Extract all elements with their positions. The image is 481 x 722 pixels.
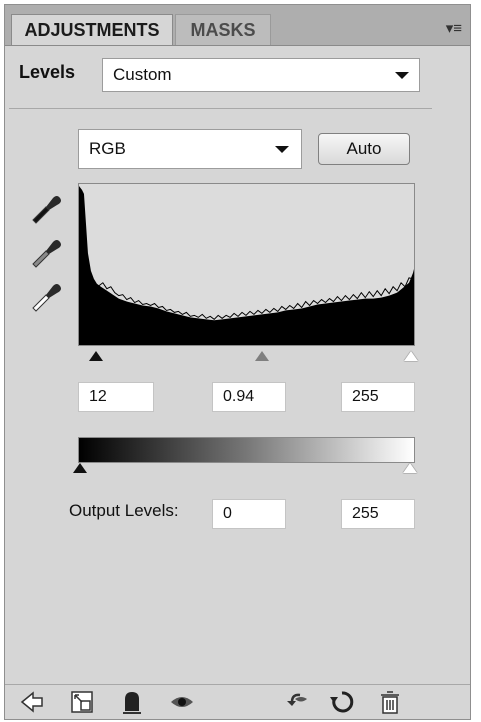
chevron-down-icon bbox=[275, 146, 289, 153]
input-black-field[interactable]: 12 bbox=[78, 382, 154, 412]
gray-point-eyedropper-icon[interactable] bbox=[27, 233, 63, 269]
divider bbox=[9, 108, 432, 109]
panel-tab-bar: ADJUSTMENTS MASKS ▾≡ bbox=[5, 5, 470, 46]
output-black-point-slider[interactable] bbox=[73, 463, 87, 473]
channel-dropdown[interactable]: RGB bbox=[78, 129, 302, 169]
adjustment-type-label: Levels bbox=[19, 62, 76, 82]
input-midtone-slider[interactable] bbox=[255, 351, 269, 361]
channel-dropdown-value: RGB bbox=[89, 139, 126, 158]
expand-view-icon[interactable] bbox=[69, 689, 95, 715]
preset-dropdown[interactable]: Custom bbox=[102, 58, 420, 92]
input-black-point-slider[interactable] bbox=[89, 351, 103, 361]
preset-dropdown-value: Custom bbox=[113, 65, 172, 84]
input-white-point-slider[interactable] bbox=[404, 351, 418, 361]
adjustments-panel: ADJUSTMENTS MASKS ▾≡ Levels Custom RGB A… bbox=[4, 4, 471, 720]
bottom-toolbar bbox=[5, 684, 470, 719]
tab-masks[interactable]: MASKS bbox=[175, 14, 271, 45]
reset-icon[interactable] bbox=[329, 689, 355, 715]
chevron-down-icon bbox=[395, 72, 409, 79]
input-white-field[interactable]: 255 bbox=[341, 382, 415, 412]
output-gradient-bar bbox=[78, 437, 415, 463]
view-previous-state-icon[interactable] bbox=[283, 689, 309, 715]
black-point-eyedropper-icon[interactable] bbox=[27, 189, 63, 225]
output-white-point-slider[interactable] bbox=[403, 463, 417, 473]
panel-menu-icon[interactable]: ▾≡ bbox=[446, 19, 462, 37]
output-black-field[interactable]: 0 bbox=[212, 499, 286, 529]
auto-button[interactable]: Auto bbox=[318, 133, 410, 165]
input-gamma-field[interactable]: 0.94 bbox=[212, 382, 286, 412]
clip-to-layer-icon[interactable] bbox=[119, 689, 145, 715]
delete-trash-icon[interactable] bbox=[377, 689, 403, 715]
output-white-field[interactable]: 255 bbox=[341, 499, 415, 529]
back-arrow-icon[interactable] bbox=[19, 689, 45, 715]
output-levels-label: Output Levels: bbox=[69, 501, 179, 520]
tab-adjustments[interactable]: ADJUSTMENTS bbox=[11, 14, 173, 45]
levels-histogram bbox=[78, 183, 415, 346]
visibility-eye-icon[interactable] bbox=[169, 689, 195, 715]
white-point-eyedropper-icon[interactable] bbox=[27, 277, 63, 313]
